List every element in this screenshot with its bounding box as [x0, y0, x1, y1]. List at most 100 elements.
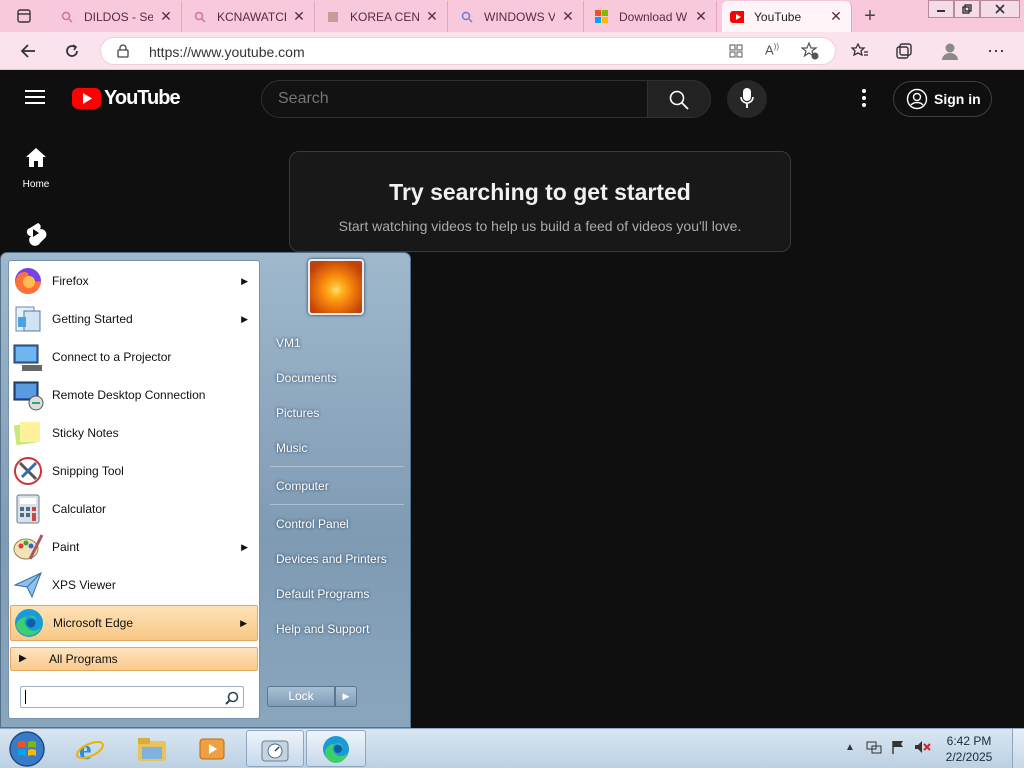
shutdown-options-arrow-icon[interactable]: ▶	[335, 686, 357, 707]
tab-label: WINDOWS V	[484, 9, 555, 24]
projector-icon	[12, 341, 44, 373]
start-menu-place-pictures[interactable]: Pictures	[268, 397, 408, 429]
browser-tab[interactable]: WINDOWS V ✕	[452, 1, 584, 32]
youtube-logo-text: YouTube	[104, 87, 181, 109]
taskbar-explorer[interactable]	[130, 730, 174, 767]
more-menu-icon[interactable]: ⋯	[982, 37, 1010, 65]
start-menu-program[interactable]: XPS Viewer	[10, 567, 258, 603]
system-clock[interactable]: 6:42 PM 2/2/2025	[944, 733, 994, 765]
tab-close-icon[interactable]: ✕	[159, 8, 173, 25]
windows-orb-icon	[9, 730, 45, 767]
youtube-icon	[730, 10, 744, 24]
prompt-subtitle: Start watching videos to help us build a…	[338, 218, 742, 234]
user-picture[interactable]	[308, 259, 364, 315]
tab-label: YouTube	[754, 9, 802, 24]
minimize-icon[interactable]	[928, 0, 954, 18]
program-label: Calculator	[52, 502, 107, 516]
start-search-input[interactable]	[20, 686, 244, 708]
restore-icon[interactable]	[954, 0, 980, 18]
browser-tab[interactable]: KCNAWATCH ✕	[185, 1, 315, 32]
collections-icon[interactable]	[890, 37, 918, 65]
favorite-add-icon[interactable]	[800, 41, 819, 65]
browser-tab[interactable]: KOREA CENT ✕	[318, 1, 448, 32]
search-input[interactable]	[261, 80, 648, 118]
start-menu-place-documents[interactable]: Documents	[268, 362, 408, 394]
start-menu-program[interactable]: Getting Started ▶	[10, 301, 258, 337]
start-menu-program[interactable]: Sticky Notes	[10, 415, 258, 451]
sidebar-item-label: Home	[22, 179, 50, 190]
app-available-icon[interactable]	[729, 44, 743, 63]
start-menu-program[interactable]: Firefox ▶	[10, 263, 258, 299]
voice-search-button[interactable]	[727, 80, 767, 118]
start-menu-place-vm1[interactable]: VM1	[268, 327, 408, 359]
start-menu-place-music[interactable]: Music	[268, 432, 408, 464]
shorts-icon[interactable]	[22, 220, 48, 251]
tab-actions-icon[interactable]	[10, 2, 38, 30]
start-menu-program[interactable]: Microsoft Edge ▶	[10, 605, 258, 641]
network-icon[interactable]	[866, 739, 882, 760]
new-tab-icon[interactable]: +	[856, 2, 884, 30]
start-menu-program[interactable]: Calculator	[10, 491, 258, 527]
taskbar-media-player[interactable]	[190, 730, 234, 767]
start-menu-place-devices-and-printers[interactable]: Devices and Printers	[268, 543, 408, 575]
tab-close-icon[interactable]: ✕	[292, 8, 306, 25]
read-aloud-icon[interactable]: A))	[765, 42, 779, 57]
tab-close-icon[interactable]: ✕	[561, 8, 575, 25]
browser-tab[interactable]: Download W ✕	[587, 1, 717, 32]
tab-label: KCNAWATCH	[217, 9, 286, 24]
sidebar-item-home[interactable]: Home	[8, 140, 64, 200]
show-desktop-button[interactable]	[1012, 729, 1024, 768]
refresh-icon[interactable]	[58, 37, 86, 65]
tab-label: KOREA CENT	[350, 9, 419, 24]
show-hidden-icons-icon[interactable]: ▲	[845, 742, 855, 753]
tab-close-icon[interactable]: ✕	[694, 8, 708, 25]
action-center-flag-icon[interactable]	[890, 739, 906, 760]
separator	[270, 466, 404, 467]
favorites-icon[interactable]	[846, 37, 874, 65]
start-menu-program[interactable]: Remote Desktop Connection	[10, 377, 258, 413]
youtube-logo[interactable]: YouTube	[72, 87, 181, 110]
start-menu-place-computer[interactable]: Computer	[268, 470, 408, 502]
program-label: Microsoft Edge	[53, 616, 134, 630]
hamburger-menu-icon[interactable]	[24, 88, 46, 111]
start-menu-place-help-and-support[interactable]: Help and Support	[268, 613, 408, 645]
back-icon[interactable]	[14, 37, 42, 65]
empty-feed-prompt: Try searching to get started Start watch…	[289, 151, 791, 252]
taskbar-internet-explorer[interactable]: e	[68, 730, 112, 767]
lock-icon[interactable]	[117, 44, 129, 63]
taskbar-microsoft-edge[interactable]	[306, 730, 366, 767]
taskbar-control-panel[interactable]	[246, 730, 304, 767]
program-label: XPS Viewer	[52, 578, 116, 592]
start-menu-program[interactable]: Connect to a Projector	[10, 339, 258, 375]
all-programs-button[interactable]: ▶ All Programs	[10, 647, 258, 671]
volume-muted-icon[interactable]	[914, 739, 932, 760]
search-button[interactable]	[647, 80, 711, 118]
internet-explorer-icon: e	[76, 735, 104, 764]
window-controls	[928, 0, 1020, 18]
separator	[270, 504, 404, 505]
start-menu-program[interactable]: Snipping Tool	[10, 453, 258, 489]
tab-close-icon[interactable]: ✕	[425, 8, 439, 25]
submenu-arrow-icon: ▶	[240, 617, 247, 628]
prompt-title: Try searching to get started	[389, 179, 691, 205]
close-icon[interactable]	[980, 0, 1020, 18]
browser-tab[interactable]: DILDOS - Sea ✕	[52, 1, 182, 32]
account-icon	[906, 88, 928, 110]
lock-button[interactable]: Lock	[267, 686, 335, 707]
start-menu-place-control-panel[interactable]: Control Panel	[268, 508, 408, 540]
tab-close-icon[interactable]: ✕	[829, 8, 843, 25]
start-button[interactable]	[4, 730, 50, 767]
address-bar[interactable]: https://www.youtube.com A))	[100, 37, 836, 65]
start-menu-place-default-programs[interactable]: Default Programs	[268, 578, 408, 610]
firefox-icon	[12, 265, 44, 297]
program-label: Remote Desktop Connection	[52, 388, 206, 402]
text-cursor	[25, 690, 26, 704]
calculator-icon	[12, 493, 44, 525]
sticky-notes-icon	[12, 417, 44, 449]
browser-tab-active[interactable]: YouTube ✕	[722, 1, 852, 32]
program-label: Getting Started	[52, 312, 133, 326]
sign-in-button[interactable]: Sign in	[893, 81, 992, 117]
start-menu-program[interactable]: Paint ▶	[10, 529, 258, 565]
settings-menu-icon[interactable]	[860, 88, 868, 113]
profile-icon[interactable]	[936, 37, 964, 65]
